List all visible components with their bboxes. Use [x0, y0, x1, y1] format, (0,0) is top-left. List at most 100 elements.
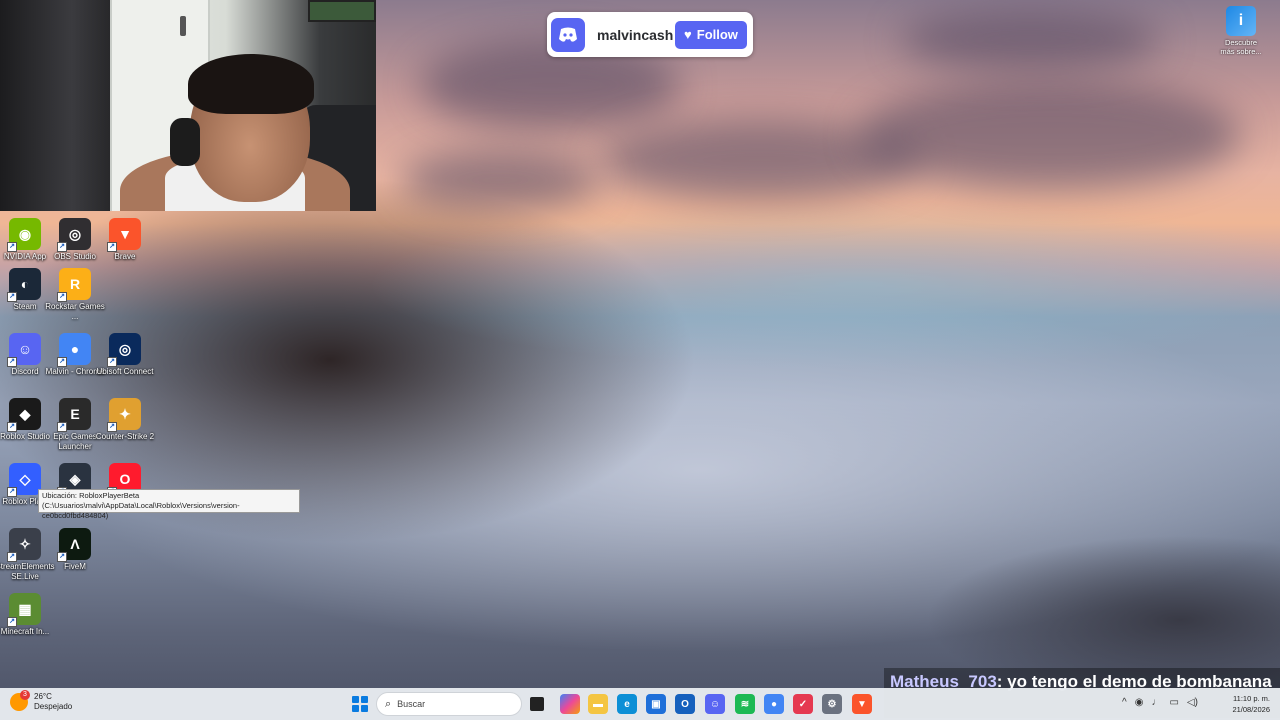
nvidia-icon: ◉ ↗: [7, 218, 41, 252]
shortcut-arrow-icon: ↗: [7, 292, 17, 302]
webcam-overlay: [0, 0, 376, 211]
taskbar-settings[interactable]: ⚙: [822, 694, 842, 714]
follow-button[interactable]: ♥ Follow: [675, 20, 747, 49]
shortcut-arrow-icon: ↗: [57, 552, 67, 562]
discord-follow-badge: malvincash ♥ Follow: [547, 12, 753, 57]
shortcut-arrow-icon: ↗: [107, 422, 117, 432]
taskbar-discord[interactable]: ☺: [705, 694, 725, 714]
roblox-player-icon: ◇ ↗: [7, 463, 41, 497]
shortcut-arrow-icon: ↗: [57, 292, 67, 302]
desktop-icon-label: Counter-Strike 2: [95, 432, 155, 441]
shortcut-arrow-icon: ↗: [107, 357, 117, 367]
taskbar-chrome[interactable]: ●: [764, 694, 784, 714]
taskbar-edge[interactable]: e: [617, 694, 637, 714]
weather-temp: 26°C: [34, 692, 52, 701]
outlook-icon: O: [681, 698, 689, 710]
folder-icon: ▬: [593, 698, 603, 710]
desktop-icon-rockstar[interactable]: R ↗ Rockstar Games ...: [45, 268, 105, 322]
cs2-icon: ✦ ↗: [107, 398, 141, 432]
store-icon: ▣: [651, 698, 661, 710]
streamelements-icon: ✧ ↗: [7, 528, 41, 562]
app-icon: ✓: [798, 698, 808, 710]
copilot-icon[interactable]: [560, 694, 580, 714]
sun-icon: 3: [10, 690, 30, 711]
taskbar-brave[interactable]: ▼: [852, 694, 872, 714]
desktop-icon-streamelements[interactable]: ✧ ↗ StreamElements SE.Live: [0, 528, 55, 582]
shortcut-arrow-icon: ↗: [7, 357, 17, 367]
info-icon: i: [1226, 6, 1256, 36]
weather-widget[interactable]: 3 26°C Despejado: [10, 690, 73, 712]
taskbar-file-explorer[interactable]: ▬: [588, 694, 608, 714]
desktop-icon-label: FiveM: [64, 562, 86, 571]
desktop-icon-roblox-studio[interactable]: ◆ ↗ Roblox Studio: [0, 398, 50, 442]
desktop-icon-nvidia[interactable]: ◉ ↗ NVIDIA App: [0, 218, 50, 262]
chevron-up-icon[interactable]: ^: [1122, 697, 1127, 708]
chrome-icon: ●: [770, 698, 778, 710]
desktop-icon-minecraft[interactable]: ▦ ↗ Minecraft In...: [0, 593, 50, 637]
shortcut-arrow-icon: ↗: [7, 242, 17, 252]
volume-icon[interactable]: ◁): [1187, 697, 1198, 708]
desktop-icon-fivem[interactable]: Λ ↗ FiveM: [50, 528, 100, 572]
notification-badge: 3: [20, 690, 30, 700]
desktop-icon-obs[interactable]: ◎ ↗ OBS Studio: [50, 218, 100, 262]
search-icon: ⌕: [385, 697, 392, 710]
heart-icon: ♥: [684, 27, 692, 42]
desktop-icon-ubisoft[interactable]: ◎ ↗ Ubisoft Connect: [97, 333, 153, 377]
shortcut-arrow-icon: ↗: [57, 242, 67, 252]
desktop-icon-epic[interactable]: E ↗ Epic Games Launcher: [50, 398, 100, 452]
search-placeholder: Buscar: [397, 699, 426, 709]
obs-icon: ◎ ↗: [57, 218, 91, 252]
taskbar-app-red[interactable]: ✓: [793, 694, 813, 714]
shortcut-arrow-icon: ↗: [7, 487, 17, 497]
taskbar-outlook[interactable]: O: [675, 694, 695, 714]
roblox-studio-icon: ◆ ↗: [7, 398, 41, 432]
clock-date: 21/08/2026: [1232, 705, 1270, 714]
shortcut-arrow-icon: ↗: [7, 617, 17, 627]
desktop-icon-brave[interactable]: ▼ ↗ Brave: [100, 218, 150, 262]
ubisoft-icon: ◎ ↗: [107, 333, 141, 367]
desktop-icon-cs2[interactable]: ✦ ↗ Counter-Strike 2: [96, 398, 154, 442]
task-view-icon[interactable]: [530, 697, 544, 711]
shortcut-arrow-icon: ↗: [57, 357, 67, 367]
rockstar-icon: R ↗: [57, 268, 91, 302]
shortcut-arrow-icon: ↗: [7, 552, 17, 562]
desktop-icon-label: Rockstar Games ...: [45, 302, 105, 321]
shortcut-arrow-icon: ↗: [107, 242, 117, 252]
start-button[interactable]: [352, 696, 368, 712]
shortcut-arrow-icon: ↗: [7, 422, 17, 432]
discord-icon: ☺ ↗: [7, 333, 41, 367]
search-box[interactable]: ⌕ Buscar: [376, 692, 522, 716]
steam-icon: ◐ ↗: [7, 268, 41, 302]
brave-icon: ▼ ↗: [107, 218, 141, 252]
epic-icon: E ↗: [57, 398, 91, 432]
weather-condition: Despejado: [34, 702, 73, 711]
gear-icon: ⚙: [827, 698, 837, 710]
desktop-icon-discover[interactable]: i Descubre más sobre...: [1218, 6, 1264, 56]
desktop-icon-chrome[interactable]: ● ↗ Malvin - Chrome: [46, 333, 104, 377]
brave-icon: ▼: [857, 698, 867, 710]
system-tray: ^ ◉ ♩ ▭ ◁): [1122, 697, 1198, 708]
desktop-icon-discord[interactable]: ☺ ↗ Discord: [0, 333, 50, 377]
desktop-icon-label: Minecraft In...: [0, 627, 50, 636]
discord-icon: ☺: [709, 698, 721, 710]
icon-tooltip: Ubicación: RobloxPlayerBeta (C:\Usuarios…: [38, 489, 300, 520]
minecraft-icon: ▦ ↗: [7, 593, 41, 627]
discord-username: malvincash: [597, 26, 674, 43]
microphone-icon[interactable]: ♩: [1151, 697, 1161, 708]
discord-icon: [551, 17, 585, 52]
network-icon[interactable]: ◉: [1135, 697, 1144, 708]
chrome-icon: ● ↗: [57, 333, 91, 367]
taskbar: 3 26°C Despejado ⌕ Buscar ▬ e ▣ O ☺ ≋ ● ✓ ⚙ ▼ ^ ◉…: [0, 688, 1280, 720]
clock[interactable]: 11:10 p. m. 21/08/2026: [1222, 693, 1270, 715]
display-icon[interactable]: ▭: [1169, 697, 1178, 708]
desktop-icon-label: Brave: [114, 252, 136, 261]
edge-icon: e: [624, 698, 630, 710]
desktop-icon-label: Ubisoft Connect: [96, 367, 154, 376]
shortcut-arrow-icon: ↗: [57, 422, 67, 432]
taskbar-spotify[interactable]: ≋: [735, 694, 755, 714]
fivem-icon: Λ ↗: [57, 528, 91, 562]
clock-time: 11:10 p. m.: [1233, 694, 1270, 703]
desktop-icon-steam[interactable]: ◐ ↗ Steam: [0, 268, 50, 312]
taskbar-store[interactable]: ▣: [646, 694, 666, 714]
spotify-icon: ≋: [740, 698, 750, 710]
